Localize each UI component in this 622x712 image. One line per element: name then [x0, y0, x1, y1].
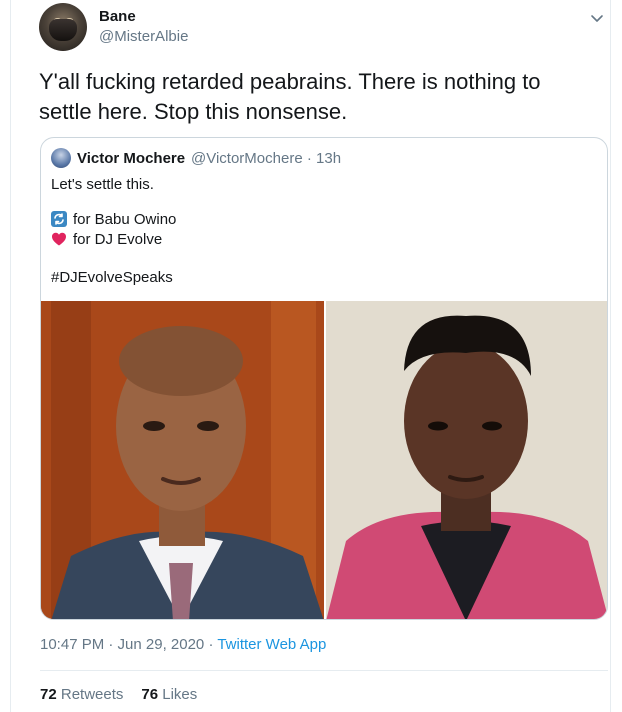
quoted-author-meta: @VictorMochere · 13h: [191, 150, 341, 167]
retweets-count: 72: [40, 686, 57, 703]
poll-option-label: for DJ Evolve: [73, 231, 163, 248]
quoted-avatar[interactable]: [51, 148, 71, 168]
avatar[interactable]: [39, 3, 87, 51]
tweet-card: Bane @MisterAlbie Y'all fucking retarded…: [10, 0, 611, 712]
poll-option-label: for Babu Owino: [73, 211, 177, 228]
likes-stat[interactable]: 76 Likes: [141, 686, 197, 703]
poll-option-evolve: for DJ Evolve: [51, 231, 162, 248]
meta-separator: ·: [306, 150, 312, 167]
likes-count: 76: [141, 686, 159, 703]
tweet-stats: 72 Retweets 76 Likes: [40, 686, 197, 703]
tweet-text: Y'all fucking retarded peabrains. There …: [39, 69, 541, 124]
photo-babu-owino[interactable]: [41, 301, 324, 619]
retweets-label: Retweets: [60, 686, 124, 703]
author-handle[interactable]: @MisterAlbie: [99, 28, 188, 45]
photo-dj-evolve[interactable]: [326, 301, 607, 619]
retweet-icon: [51, 211, 67, 227]
quoted-author-name[interactable]: Victor Mochere: [77, 150, 185, 167]
hashtag-link[interactable]: #DJEvolveSpeaks: [51, 269, 173, 286]
likes-label: Likes: [162, 686, 198, 703]
poll-option-babu: for Babu Owino: [51, 211, 176, 228]
author-name[interactable]: Bane: [99, 8, 136, 25]
portrait-illustration: [326, 301, 607, 619]
chevron-down-icon[interactable]: [589, 10, 605, 26]
quoted-time[interactable]: 13h: [316, 150, 341, 167]
quoted-author-handle[interactable]: @VictorMochere: [191, 150, 303, 167]
avatar-mask: [49, 19, 77, 41]
tweet-source[interactable]: Twitter Web App: [217, 636, 326, 653]
quoted-tweet[interactable]: Victor Mochere @VictorMochere · 13h Let'…: [40, 137, 608, 620]
portrait-illustration: [41, 301, 324, 619]
heart-icon: [52, 232, 66, 246]
quoted-line: Let's settle this.: [51, 176, 154, 193]
divider: [40, 670, 608, 671]
tweet-timestamp[interactable]: 10:47 PM · Jun 29, 2020 ·: [40, 636, 217, 653]
retweets-stat[interactable]: 72 Retweets: [40, 686, 123, 703]
tweet-meta: 10:47 PM · Jun 29, 2020 · Twitter Web Ap…: [40, 636, 326, 653]
